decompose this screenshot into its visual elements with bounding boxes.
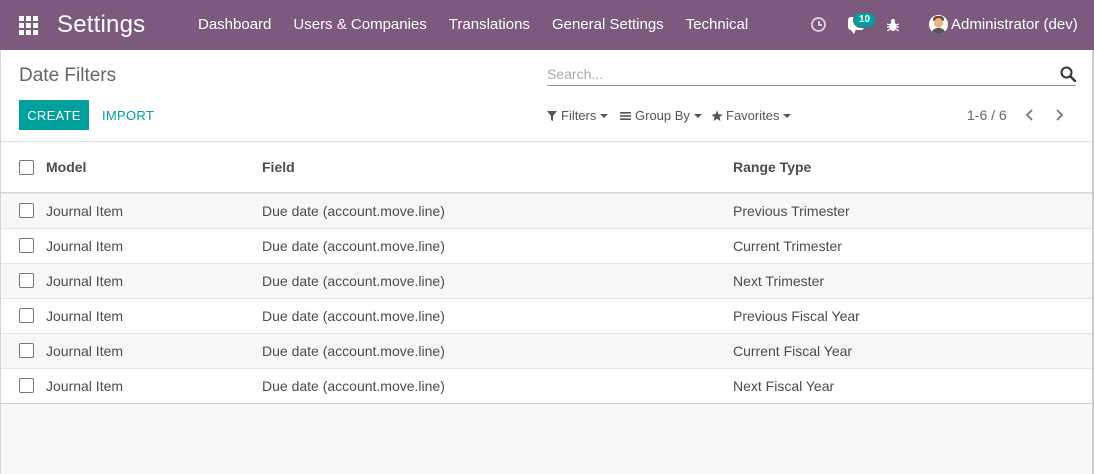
menu-item-technical[interactable]: Technical (675, 0, 760, 50)
chevron-right-icon[interactable] (1052, 108, 1066, 122)
breadcrumb: Date Filters (19, 65, 117, 86)
row-checkbox[interactable] (19, 203, 34, 218)
column-header-model[interactable]: Model (46, 159, 86, 175)
cell-range-type: Current Trimester (733, 238, 842, 254)
user-menu[interactable]: Administrator (dev) (951, 16, 1078, 33)
cell-model: Journal Item (46, 203, 124, 219)
left-border (0, 50, 1, 474)
avatar[interactable] (929, 15, 948, 34)
cell-range-type: Previous Trimester (733, 203, 850, 219)
list-view: Model Field Range Type Journal Item Due … (0, 143, 1094, 404)
cell-model: Journal Item (46, 343, 124, 359)
notification-badge: 10 (853, 12, 877, 28)
table-row[interactable]: Journal Item Due date (account.move.line… (0, 193, 1094, 228)
cell-field: Due date (account.move.line) (262, 308, 445, 324)
cell-range-type: Next Trimester (733, 273, 825, 289)
favorites-dropdown[interactable]: Favorites (711, 108, 792, 123)
row-checkbox[interactable] (19, 378, 34, 393)
favorites-label: Favorites (726, 108, 780, 123)
menu-item-dashboard[interactable]: Dashboard (187, 0, 282, 50)
cell-model: Journal Item (46, 308, 124, 324)
search-box (547, 63, 1076, 86)
control-panel: Date Filters CREATE IMPORT Filters Group… (0, 50, 1094, 142)
cell-field: Due date (account.move.line) (262, 343, 445, 359)
menu-item-users-companies[interactable]: Users & Companies (282, 0, 437, 50)
cell-field: Due date (account.move.line) (262, 203, 445, 219)
menu-item-general-settings[interactable]: General Settings (541, 0, 675, 50)
filter-icon (547, 110, 557, 121)
caret-down-icon (693, 113, 702, 118)
list-icon (620, 111, 631, 120)
cell-field: Due date (account.move.line) (262, 378, 445, 394)
cell-model: Journal Item (46, 238, 124, 254)
cell-field: Due date (account.move.line) (262, 238, 445, 254)
caret-down-icon (783, 113, 792, 118)
table-row[interactable]: Journal Item Due date (account.move.line… (0, 228, 1094, 263)
group-by-label: Group By (635, 108, 690, 123)
row-checkbox[interactable] (19, 238, 34, 253)
row-checkbox[interactable] (19, 343, 34, 358)
cell-range-type: Current Fiscal Year (733, 343, 853, 359)
cell-range-type: Next Fiscal Year (733, 378, 835, 394)
table-row[interactable]: Journal Item Due date (account.move.line… (0, 368, 1094, 403)
cell-field: Due date (account.move.line) (262, 273, 445, 289)
filters-dropdown[interactable]: Filters (547, 108, 609, 123)
column-header-range-type[interactable]: Range Type (733, 159, 811, 175)
create-button[interactable]: CREATE (19, 100, 89, 130)
apps-grid-icon[interactable] (19, 16, 38, 35)
import-button[interactable]: IMPORT (96, 100, 160, 130)
cell-model: Journal Item (46, 378, 124, 394)
chevron-left-icon[interactable] (1023, 108, 1037, 122)
main-menu: Dashboard Users & Companies Translations… (187, 0, 759, 50)
menu-item-translations[interactable]: Translations (438, 0, 541, 50)
column-header-field[interactable]: Field (262, 159, 295, 175)
pager-value[interactable]: 1-6 / 6 (967, 107, 1007, 123)
table-row[interactable]: Journal Item Due date (account.move.line… (0, 333, 1094, 368)
list-header: Model Field Range Type (0, 143, 1094, 193)
group-by-dropdown[interactable]: Group By (620, 108, 702, 123)
caret-down-icon (600, 113, 609, 118)
bug-icon[interactable] (887, 18, 899, 32)
table-row[interactable]: Journal Item Due date (account.move.line… (0, 298, 1094, 333)
table-row[interactable]: Journal Item Due date (account.move.line… (0, 263, 1094, 298)
filters-label: Filters (561, 108, 597, 123)
row-checkbox[interactable] (19, 308, 34, 323)
top-navbar: Settings Dashboard Users & Companies Tra… (0, 0, 1094, 50)
app-title[interactable]: Settings (57, 11, 145, 39)
cell-range-type: Previous Fiscal Year (733, 308, 860, 324)
select-all-checkbox[interactable] (19, 160, 34, 175)
search-icon[interactable] (1060, 66, 1076, 82)
search-input[interactable] (547, 63, 1047, 85)
row-checkbox[interactable] (19, 273, 34, 288)
cell-model: Journal Item (46, 273, 124, 289)
clock-icon[interactable] (811, 17, 826, 32)
star-icon (711, 110, 723, 121)
